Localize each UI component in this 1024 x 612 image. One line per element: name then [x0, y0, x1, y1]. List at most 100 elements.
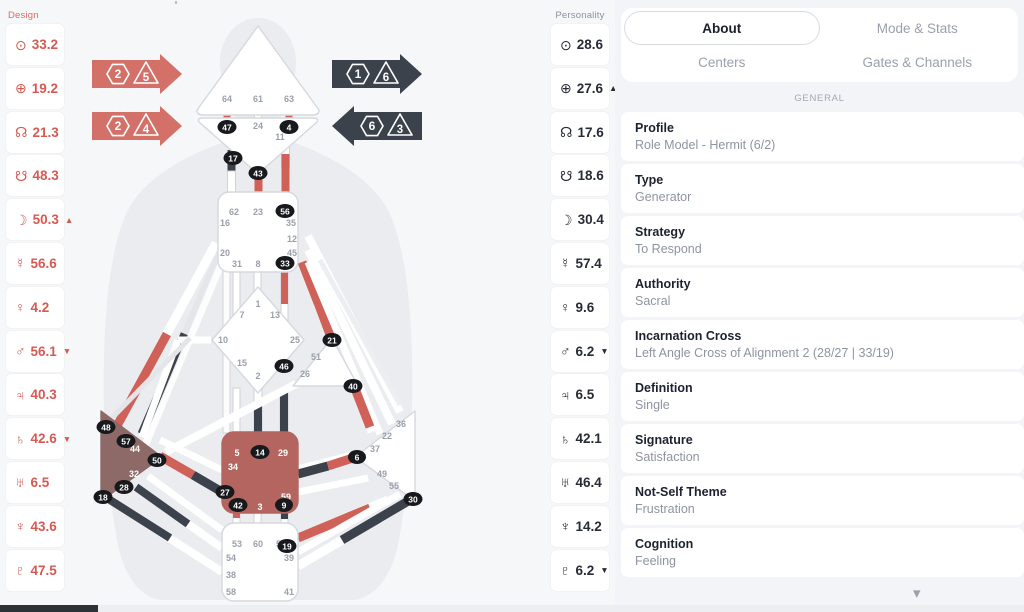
personality-arrow-bottom[interactable]: 63 [332, 106, 422, 146]
tab-mode-stats[interactable]: Mode & Stats [820, 11, 1016, 45]
personality-row-uranus[interactable]: ♅ 46.4 [551, 461, 609, 503]
personality-value: 46.4 [575, 474, 602, 490]
gate-12: 12 [287, 234, 297, 244]
bodygraph-canvas[interactable]: 64 61 63 24 62 23 16 35 12 20 45 31 8 1 … [70, 0, 545, 612]
info-card-incarnation-cross[interactable]: Incarnation Cross Left Angle Cross of Ali… [621, 320, 1024, 369]
info-card-type[interactable]: Type Generator [621, 164, 1024, 213]
design-value: 43.6 [30, 518, 57, 534]
personality-row-jupiter[interactable]: ♃ 6.5 [551, 374, 609, 416]
design-row-sun[interactable]: ⊙ 33.2 [6, 24, 64, 65]
design-value: 56.1 [30, 343, 57, 359]
mercury-icon: ☿ [560, 255, 571, 272]
personality-row-sun[interactable]: ⊙ 28.6 [551, 24, 609, 65]
gate-54: 54 [226, 553, 236, 563]
activated-gate-9: 9 [275, 498, 293, 512]
design-value: 50.3 [32, 212, 59, 228]
info-card-authority[interactable]: Authority Sacral [621, 268, 1024, 317]
activated-gate-6: 6 [348, 450, 366, 464]
design-arrow-bottom[interactable]: 24 [92, 106, 182, 146]
design-row-south-node[interactable]: ☋ 48.3 [6, 155, 64, 197]
top-scrollbar[interactable] [0, 0, 1024, 5]
personality-row-neptune[interactable]: ♆ 14.2 [551, 505, 609, 547]
arrow-body [332, 54, 422, 94]
gate-35: 35 [286, 218, 296, 228]
personality-value: 28.6 [576, 37, 604, 52]
design-row-saturn[interactable]: ♄ 42.6 ▼ [6, 418, 71, 460]
activated-gate-17: 17 [223, 151, 243, 165]
personality-row-moon[interactable]: ☽ 30.4 [551, 199, 609, 241]
design-row-mercury[interactable]: ☿ 56.6 [6, 242, 64, 284]
info-value: To Respond [635, 242, 702, 256]
activated-gate-56: 56 [275, 204, 295, 218]
info-card-not-self-theme[interactable]: Not-Self Theme Frustration [621, 476, 1024, 525]
info-value: Single [635, 398, 670, 412]
design-row-moon[interactable]: ☽ 50.3 ▲ [6, 199, 73, 241]
info-card-definition[interactable]: Definition Single [621, 372, 1024, 421]
gate-39: 39 [284, 553, 294, 563]
arrow-body [332, 106, 422, 146]
gate-61: 61 [253, 94, 263, 104]
design-row-neptune[interactable]: ♆ 43.6 [6, 505, 64, 547]
arrow-triangle-value: 4 [143, 124, 150, 136]
svg-text:47: 47 [222, 122, 232, 132]
detriment-arrow-icon: ▼ [600, 346, 609, 357]
info-key: Definition [635, 381, 693, 395]
design-column-title: Design [8, 10, 39, 21]
design-row-pluto[interactable]: ♇ 47.5 [6, 549, 64, 591]
info-card-profile[interactable]: Profile Role Model - Hermit (6/2) [621, 112, 1024, 161]
personality-row-earth[interactable]: ⊕ 27.6 ▲ [551, 67, 617, 109]
tab-about[interactable]: About [624, 11, 820, 45]
personality-value: 6.2 [575, 343, 595, 359]
info-card-cognition[interactable]: Cognition Feeling [621, 528, 1024, 577]
bodygraph-svg[interactable]: 64 61 63 24 62 23 16 35 12 20 45 31 8 1 … [70, 0, 545, 612]
activated-gate-33: 33 [275, 256, 295, 270]
gate-58: 58 [226, 587, 236, 597]
personality-row-south-node[interactable]: ☋ 18.6 [551, 155, 609, 197]
info-card-signature[interactable]: Signature Satisfaction [621, 424, 1024, 473]
design-value: 48.3 [32, 168, 59, 184]
design-row-north-node[interactable]: ☊ 21.3 [6, 111, 64, 153]
chevron-down-icon[interactable]: ▾ [913, 584, 921, 602]
personality-row-pluto[interactable]: ♇ 6.2 ▼ [551, 549, 609, 591]
svg-text:4: 4 [287, 122, 292, 132]
horizontal-scrollbar[interactable] [0, 605, 1024, 612]
jupiter-icon: ♃ [15, 386, 26, 403]
gate-63: 63 [284, 94, 294, 104]
activated-gate-48: 48 [96, 420, 116, 434]
svg-text:57: 57 [121, 436, 131, 446]
svg-text:17: 17 [228, 153, 238, 163]
arrow-hexagon-value: 6 [369, 119, 376, 133]
design-row-venus[interactable]: ♀ 4.2 [6, 286, 64, 328]
design-value: 21.3 [32, 124, 59, 140]
detriment-arrow-icon: ▼ [600, 565, 609, 576]
top-scrollbar-thumb[interactable] [175, 1, 177, 4]
tab-centers[interactable]: Centers [624, 45, 820, 79]
info-card-strategy[interactable]: Strategy To Respond [621, 216, 1024, 265]
svg-text:42: 42 [233, 500, 243, 510]
design-arrow-top[interactable]: 25 [92, 54, 182, 94]
design-row-earth[interactable]: ⊕ 19.2 [6, 67, 64, 109]
gate-31: 31 [232, 259, 242, 269]
personality-row-mars[interactable]: ♂ 6.2 ▼ [551, 330, 609, 372]
tab-gates-channels[interactable]: Gates & Channels [820, 45, 1016, 79]
svg-text:18: 18 [98, 492, 108, 502]
design-row-jupiter[interactable]: ♃ 40.3 [6, 374, 64, 416]
info-key: Not-Self Theme [635, 485, 727, 499]
personality-row-mercury[interactable]: ☿ 57.4 [551, 242, 609, 284]
personality-value: 9.6 [575, 299, 595, 315]
info-key: Cognition [635, 537, 694, 551]
mars-icon: ♂ [560, 343, 571, 360]
design-row-mars[interactable]: ♂ 56.1 ▼ [6, 330, 71, 372]
design-row-uranus[interactable]: ♅ 6.5 [6, 461, 64, 503]
personality-value: 6.2 [575, 562, 595, 578]
activated-gate-18: 18 [93, 490, 113, 504]
personality-row-north-node[interactable]: ☊ 17.6 [551, 111, 609, 153]
personality-row-venus[interactable]: ♀ 9.6 [551, 286, 609, 328]
svg-text:6: 6 [355, 452, 360, 462]
personality-row-saturn[interactable]: ♄ 42.1 [551, 418, 609, 460]
personality-arrow-top[interactable]: 16 [332, 54, 422, 94]
horizontal-scrollbar-thumb[interactable] [0, 605, 98, 612]
info-value: Role Model - Hermit (6/2) [635, 138, 776, 152]
personality-column-title: Personality [555, 10, 605, 21]
south-node-icon: ☋ [15, 167, 28, 184]
